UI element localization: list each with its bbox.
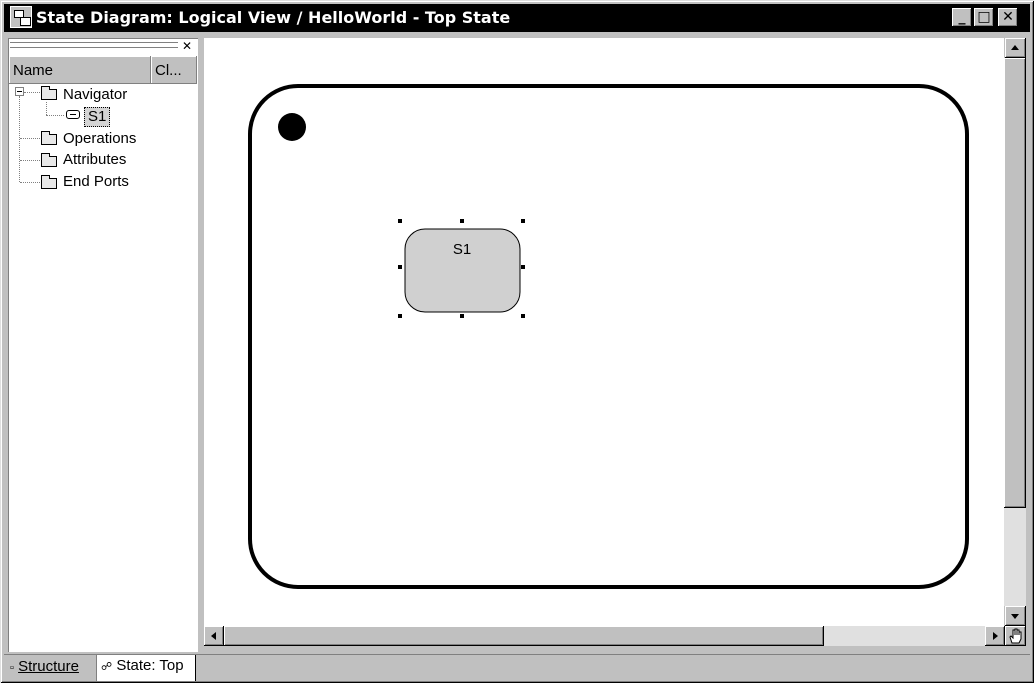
state-icon	[66, 110, 80, 119]
structure-icon: ▫	[10, 662, 14, 674]
selection-handle[interactable]	[398, 314, 402, 318]
pan-hand-button[interactable]	[1005, 626, 1026, 646]
tree-item-attributes[interactable]: Attributes	[63, 151, 126, 168]
horizontal-scroll-thumb[interactable]	[224, 626, 824, 646]
scroll-left-button[interactable]	[204, 626, 224, 646]
maximize-button[interactable]: □	[974, 8, 994, 27]
folder-icon	[41, 175, 57, 189]
scroll-up-button[interactable]	[1005, 38, 1026, 58]
selection-handle[interactable]	[521, 219, 525, 223]
tree-line	[20, 138, 40, 139]
tab-state-top[interactable]: ☍ State: Top	[96, 655, 196, 681]
tree-line	[19, 96, 20, 182]
arrow-right-icon	[993, 632, 998, 640]
arrow-down-icon	[1011, 614, 1019, 619]
tab-structure-label: Structure	[18, 658, 79, 675]
panel-close-icon[interactable]: ✕	[180, 40, 194, 52]
folder-icon	[41, 131, 57, 145]
state-tree-icon: ☍	[101, 661, 113, 673]
column-header-name[interactable]: Name	[9, 56, 151, 84]
selection-handle[interactable]	[398, 265, 402, 269]
arrow-up-icon	[1011, 45, 1019, 50]
tree-line	[46, 102, 47, 115]
tab-state-top-label: State: Top	[116, 657, 184, 674]
state-s1-label: S1	[453, 241, 471, 258]
tree-line	[46, 115, 64, 116]
top-state-boundary[interactable]	[248, 84, 969, 589]
selection-handle[interactable]	[460, 219, 464, 223]
close-button[interactable]: ✕	[998, 8, 1018, 27]
tab-structure[interactable]: ▫ Structure	[6, 656, 96, 680]
hand-icon	[1009, 628, 1022, 644]
initial-point[interactable]	[278, 113, 306, 141]
collapse-toggle-icon[interactable]	[15, 87, 24, 96]
selection-handle[interactable]	[521, 265, 525, 269]
state-diagram: S1	[248, 84, 969, 589]
minimize-button[interactable]: _	[952, 8, 972, 27]
panel-grip[interactable]	[10, 42, 178, 51]
selection-handle[interactable]	[460, 314, 464, 318]
tree-item-end-ports[interactable]: End Ports	[63, 173, 129, 190]
window-title: State Diagram: Logical View / HelloWorld…	[36, 8, 511, 27]
tree-item-navigator[interactable]: Navigator	[63, 86, 127, 103]
folder-icon	[41, 153, 57, 167]
column-header-class[interactable]: Cl...	[151, 56, 197, 84]
vertical-scroll-thumb[interactable]	[1004, 58, 1026, 508]
title-bar[interactable]: State Diagram: Logical View / HelloWorld…	[4, 4, 1030, 32]
diagram-canvas[interactable]: S1	[204, 38, 1004, 626]
selection-handle[interactable]	[398, 219, 402, 223]
tree-item-operations[interactable]: Operations	[63, 130, 136, 147]
tree-line	[20, 160, 40, 161]
selection-handle[interactable]	[521, 314, 525, 318]
tree-line	[20, 182, 40, 183]
scroll-right-button[interactable]	[985, 626, 1005, 646]
state-diagram-icon[interactable]	[10, 6, 32, 28]
tree-line	[24, 92, 40, 93]
tree-item-s1[interactable]: S1	[84, 107, 111, 127]
arrow-left-icon	[211, 632, 216, 640]
scroll-down-button[interactable]	[1005, 606, 1026, 626]
folder-open-icon	[41, 86, 57, 100]
